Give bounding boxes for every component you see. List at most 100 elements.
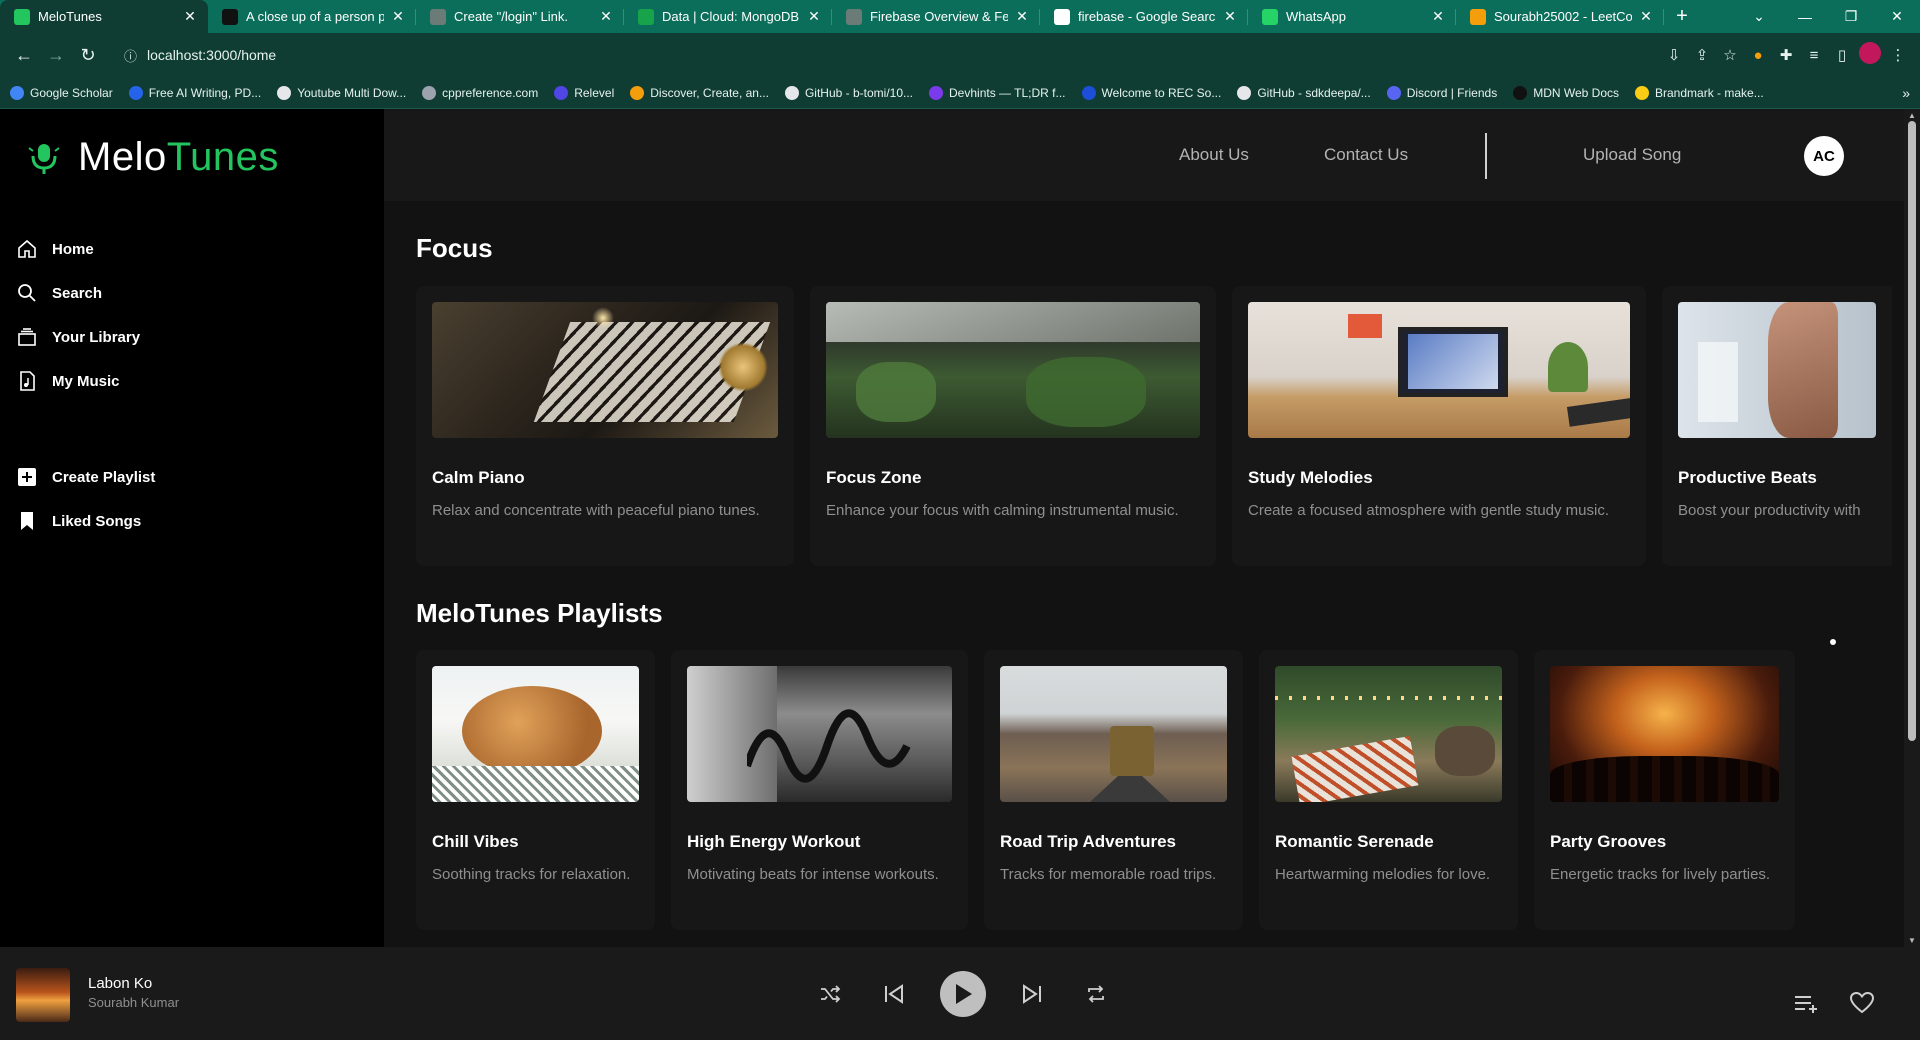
secondary-nav: Create Playlist Liked Songs [16, 455, 155, 543]
repeat-icon[interactable] [1074, 972, 1118, 1016]
tab-title: Create "/login" Link. [454, 9, 569, 24]
nav-search[interactable]: Search [16, 271, 140, 315]
bookmark-item[interactable]: GitHub - sdkdeepa/... [1237, 85, 1371, 100]
card-description: Motivating beats for intense workouts. [687, 866, 939, 883]
browser-tab[interactable]: Create "/login" Link. ✕ [416, 0, 624, 33]
upload-song-link[interactable]: Upload Song [1583, 145, 1681, 165]
user-avatar[interactable]: AC [1804, 136, 1844, 176]
logo[interactable]: MeloTunes [26, 135, 279, 180]
browser-tab[interactable]: Data | Cloud: MongoDB Cl ✕ [624, 0, 832, 33]
page-scrollbar[interactable]: ▲ ▼ [1904, 109, 1920, 947]
url-field[interactable]: ⓘ localhost:3000/home [112, 39, 1612, 71]
focus-card-productive-beats[interactable]: Productive Beats Boost your productivity… [1662, 286, 1892, 566]
card-description: Soothing tracks for relaxation. [432, 866, 631, 883]
bookmark-item[interactable]: cppreference.com [422, 85, 538, 100]
plus-box-icon [16, 466, 38, 488]
browser-tab[interactable]: Sourabh25002 - LeetCode ✕ [1456, 0, 1664, 33]
nav-search-label: Search [52, 284, 103, 302]
more-bookmarks-icon[interactable]: » [1902, 85, 1910, 101]
share-icon[interactable]: ⇪ [1688, 46, 1716, 64]
new-tab-button[interactable]: + [1664, 0, 1700, 33]
browser-tab[interactable]: A close up of a person play ✕ [208, 0, 416, 33]
extensions-puzzle-icon[interactable]: ✚ [1772, 46, 1800, 64]
site-info-icon[interactable]: ⓘ [124, 46, 137, 65]
card-description: Boost your productivity with [1678, 502, 1861, 519]
scrollbar-thumb[interactable] [1908, 121, 1916, 741]
playlist-card-road-trip-adventures[interactable]: Road Trip Adventures Tracks for memorabl… [984, 650, 1243, 930]
card-title: Party Grooves [1550, 832, 1667, 851]
tab-close-icon[interactable]: ✕ [1430, 8, 1446, 25]
extension-orange-icon[interactable]: ● [1744, 47, 1772, 64]
media-icon[interactable]: ≡ [1800, 47, 1828, 64]
nav-liked-songs[interactable]: Liked Songs [16, 499, 155, 543]
contact-us-link[interactable]: Contact Us [1324, 145, 1408, 165]
previous-icon[interactable] [872, 972, 916, 1016]
bookmark-favicon-icon [784, 85, 799, 100]
bookmark-item[interactable]: Free AI Writing, PD... [128, 85, 261, 100]
focus-card-calm-piano[interactable]: Calm Piano Relax and concentrate with pe… [416, 286, 794, 566]
focus-card-study-melodies[interactable]: Study Melodies Create a focused atmosphe… [1232, 286, 1646, 566]
nav-home[interactable]: Home [16, 227, 140, 271]
nav-my-music[interactable]: My Music [16, 359, 140, 403]
now-playing-title[interactable]: Labon Ko [88, 975, 152, 992]
tab-close-icon[interactable]: ✕ [1222, 8, 1238, 25]
bookmark-item[interactable]: Discord | Friends [1386, 85, 1497, 100]
bookmark-favicon-icon [422, 85, 437, 100]
nav-create-playlist-label: Create Playlist [52, 468, 156, 486]
add-to-queue-icon[interactable] [1784, 981, 1828, 1025]
bookmark-item[interactable]: Devhints — TL;DR f... [929, 85, 1066, 100]
profile-avatar[interactable] [1856, 42, 1884, 68]
sidepanel-icon[interactable]: ▯ [1828, 46, 1856, 64]
bookmark-item[interactable]: GitHub - b-tomi/10... [784, 85, 913, 100]
focus-card-focus-zone[interactable]: Focus Zone Enhance your focus with calmi… [810, 286, 1216, 566]
now-playing-artist[interactable]: Sourabh Kumar [88, 995, 179, 1010]
browser-tab[interactable]: MeloTunes ✕ [0, 0, 208, 33]
about-us-link[interactable]: About Us [1179, 145, 1249, 165]
close-window-icon[interactable]: ✕ [1874, 8, 1920, 25]
tab-title: Sourabh25002 - LeetCode [1494, 9, 1632, 24]
browser-tab[interactable]: WhatsApp ✕ [1248, 0, 1456, 33]
bookmark-item[interactable]: Youtube Multi Dow... [277, 85, 407, 100]
restore-icon[interactable]: ❐ [1828, 8, 1874, 25]
bookmark-item[interactable]: Welcome to REC So... [1081, 85, 1221, 100]
nav-create-playlist[interactable]: Create Playlist [16, 455, 155, 499]
tab-close-icon[interactable]: ✕ [182, 8, 198, 25]
playlist-card-romantic-serenade[interactable]: Romantic Serenade Heartwarming melodies … [1259, 650, 1518, 930]
calm-piano-image [432, 302, 778, 438]
bookmark-item[interactable]: MDN Web Docs [1513, 85, 1619, 100]
carousel-dot[interactable] [1830, 639, 1836, 645]
playlist-card-high-energy-workout[interactable]: High Energy Workout Motivating beats for… [671, 650, 968, 930]
tab-search-icon[interactable]: ⌄ [1736, 8, 1782, 25]
tab-title: WhatsApp [1286, 9, 1346, 24]
menu-icon[interactable]: ⋮ [1884, 46, 1912, 64]
bookmark-item[interactable]: Google Scholar [10, 85, 113, 100]
scroll-down-icon[interactable]: ▼ [1907, 936, 1917, 945]
tab-close-icon[interactable]: ✕ [1014, 8, 1030, 25]
reload-icon[interactable]: ↻ [72, 39, 104, 71]
forward-icon[interactable]: → [40, 39, 72, 71]
bookmark-item[interactable]: Relevel [554, 85, 614, 100]
nav-library[interactable]: Your Library [16, 315, 140, 359]
card-title: Productive Beats [1678, 468, 1817, 487]
browser-tab[interactable]: Firebase Overview & Featu ✕ [832, 0, 1040, 33]
tab-close-icon[interactable]: ✕ [1638, 8, 1654, 25]
playlist-card-party-grooves[interactable]: Party Grooves Energetic tracks for livel… [1534, 650, 1795, 930]
tab-close-icon[interactable]: ✕ [598, 8, 614, 25]
bookmark-item[interactable]: Discover, Create, an... [630, 85, 769, 100]
scroll-up-icon[interactable]: ▲ [1907, 111, 1917, 120]
minimize-icon[interactable]: — [1782, 9, 1828, 25]
install-app-icon[interactable]: ⇩ [1660, 46, 1688, 64]
like-heart-icon[interactable] [1840, 981, 1884, 1025]
shuffle-icon[interactable] [808, 972, 852, 1016]
bookmark-item[interactable]: Brandmark - make... [1635, 85, 1764, 100]
bookmark-label: Youtube Multi Dow... [297, 85, 407, 100]
tab-close-icon[interactable]: ✕ [390, 8, 406, 25]
tab-close-icon[interactable]: ✕ [806, 8, 822, 25]
next-icon[interactable] [1010, 972, 1054, 1016]
play-button[interactable] [940, 971, 986, 1017]
browser-tab[interactable]: firebase - Google Search ✕ [1040, 0, 1248, 33]
bookmark-star-icon[interactable]: ☆ [1716, 46, 1744, 64]
playlist-card-chill-vibes[interactable]: Chill Vibes Soothing tracks for relaxati… [416, 650, 655, 930]
back-icon[interactable]: ← [8, 39, 40, 71]
card-title: Study Melodies [1248, 468, 1373, 487]
